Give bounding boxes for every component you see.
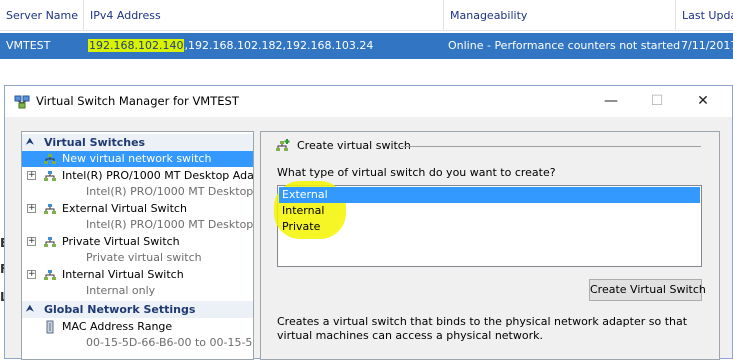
server-name-cell: VMTEST [6, 39, 51, 52]
create-switch-icon [276, 139, 290, 151]
collapse-chevron-icon[interactable]: ⮝ [26, 301, 34, 318]
mac-address-icon [46, 320, 54, 334]
switch-type-listbox[interactable]: External Internal Private [274, 181, 702, 267]
ip-address-cell: 192.168.102.140,192.168.102.182,192.168.… [88, 33, 373, 59]
expand-icon[interactable]: + [27, 204, 36, 213]
server-row[interactable]: VMTEST 192.168.102.140,192.168.102.182,1… [0, 33, 733, 59]
tree-item-label: Intel(R) PRO/1000 MT Desktop Ada... [62, 169, 254, 182]
tree-item-sub: Intel(R) PRO/1000 MT Desktop Ad... [86, 218, 254, 231]
close-button[interactable]: ✕ [680, 86, 726, 117]
maximize-button[interactable]: ☐ [634, 86, 680, 117]
expand-icon[interactable]: + [27, 237, 36, 246]
tree-item-label: New virtual network switch [62, 152, 212, 165]
title-bar[interactable]: Virtual Switch Manager for VMTEST — ☐ ✕ [5, 86, 732, 117]
tree-item-intel-adapter[interactable]: + Intel(R) PRO/1000 MT Desktop Ada... [22, 168, 253, 184]
network-switch-icon [44, 171, 56, 181]
option-internal[interactable]: Internal [279, 203, 700, 219]
expand-icon[interactable]: + [27, 270, 36, 279]
col-manageability[interactable]: Manageability [443, 0, 673, 31]
section-virtual-switches[interactable]: ⮝ Virtual Switches [22, 134, 253, 151]
virtual-switch-manager-dialog: Virtual Switch Manager for VMTEST — ☐ ✕ … [4, 85, 733, 360]
collapse-chevron-icon[interactable]: ⮝ [26, 134, 34, 151]
network-switch-icon [44, 270, 56, 280]
last-update-cell: 7/11/2017 [681, 39, 733, 52]
manageability-cell: Online - Performance counters not starte… [448, 39, 681, 52]
tree-item-sub: Intel(R) PRO/1000 MT Desktop Ad... [86, 185, 254, 198]
option-private[interactable]: Private [279, 219, 700, 235]
tree-item-label: Internal Virtual Switch [62, 268, 184, 281]
tree-item-sub: 00-15-5D-66-B6-00 to 00-15-5D-6... [86, 336, 253, 349]
create-switch-pane: Create virtual switch What type of virtu… [260, 131, 720, 360]
ip-highlighted: 192.168.102.140 [88, 39, 185, 52]
col-server-name[interactable]: Server Name [0, 0, 80, 31]
section-global-network-settings[interactable]: ⮝ Global Network Settings [22, 301, 253, 318]
tree-item-sub: Internal only [86, 284, 156, 297]
create-virtual-switch-button[interactable]: Create Virtual Switch [589, 279, 706, 301]
server-list-header: Server Name IPv4 Address Manageability L… [0, 0, 733, 31]
tree-item-sub: Private virtual switch [86, 251, 202, 264]
tree-item-label: External Virtual Switch [62, 202, 187, 215]
tree-item-internal-switch[interactable]: + Internal Virtual Switch [22, 267, 253, 283]
switch-type-question: What type of virtual switch do you want … [277, 166, 556, 179]
dialog-title: Virtual Switch Manager for VMTEST [36, 94, 239, 108]
tree-item-new-switch[interactable]: New virtual network switch [22, 151, 253, 167]
expand-icon[interactable]: + [27, 171, 36, 180]
switch-tree: ⮝ Virtual Switches New virtual network s… [21, 131, 254, 360]
switch-description: Creates a virtual switch that binds to t… [277, 315, 688, 342]
tree-item-label: Private Virtual Switch [62, 235, 180, 248]
pane-heading: Create virtual switch [297, 139, 411, 152]
tree-item-mac-address-range[interactable]: MAC Address Range [22, 319, 253, 335]
network-switch-icon [44, 204, 56, 214]
heading-divider [401, 146, 701, 147]
section-label: Global Network Settings [44, 303, 196, 316]
minimize-button[interactable]: — [588, 86, 634, 117]
virtual-switch-manager-icon [14, 95, 30, 109]
network-switch-icon [44, 237, 56, 247]
tree-item-private-switch[interactable]: + Private Virtual Switch [22, 234, 253, 250]
option-external[interactable]: External [279, 187, 700, 203]
tree-item-label: MAC Address Range [62, 320, 173, 333]
network-switch-icon [44, 154, 56, 164]
ip-rest: ,192.168.102.182,192.168.103.24 [184, 39, 374, 52]
col-last-update[interactable]: Last Upda [675, 0, 733, 31]
section-label: Virtual Switches [44, 136, 146, 149]
col-ipv4-address[interactable]: IPv4 Address [83, 0, 443, 31]
tree-item-external-switch[interactable]: + External Virtual Switch [22, 201, 253, 217]
